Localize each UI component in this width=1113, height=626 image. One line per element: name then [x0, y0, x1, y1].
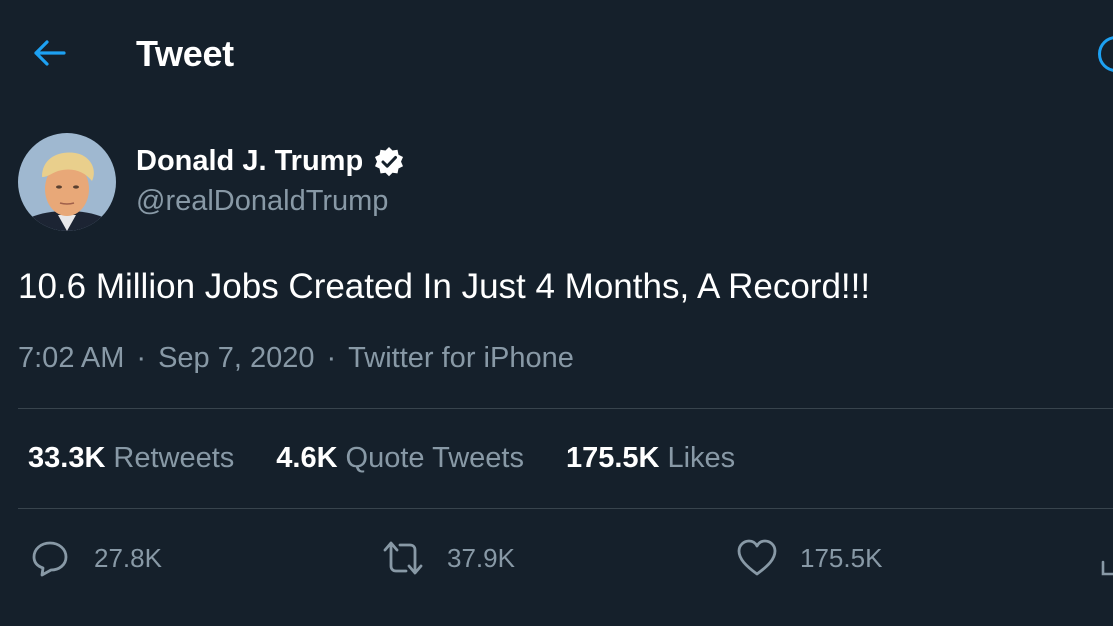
- retweet-count: 37.9K: [447, 542, 515, 573]
- quote-tweets-stat[interactable]: 4.6K Quote Tweets: [276, 442, 524, 475]
- likes-label: Likes: [667, 442, 736, 474]
- retweets-count: 33.3K: [28, 442, 106, 474]
- likes-stat[interactable]: 175.5K Likes: [566, 442, 735, 475]
- retweet-icon: [383, 541, 423, 575]
- tweet-date[interactable]: Sep 7, 2020: [158, 342, 314, 374]
- like-count: 175.5K: [800, 542, 883, 573]
- divider: [18, 408, 1113, 409]
- author-name-row[interactable]: Donald J. Trump: [136, 145, 405, 178]
- retweets-stat[interactable]: 33.3K Retweets: [28, 442, 234, 475]
- reply-count: 27.8K: [94, 542, 162, 573]
- tweet-actions: 27.8K 37.9K 175.5K: [0, 530, 1113, 590]
- tweet-time[interactable]: 7:02 AM: [18, 342, 124, 374]
- quote-tweets-label: Quote Tweets: [345, 442, 524, 474]
- meta-separator: ·: [326, 342, 337, 374]
- retweets-label: Retweets: [113, 442, 235, 474]
- top-bar: Tweet: [0, 0, 1113, 106]
- divider: [18, 508, 1113, 509]
- back-button[interactable]: [26, 30, 72, 76]
- quote-tweets-count: 4.6K: [276, 442, 338, 474]
- tweet-meta: 7:02 AM · Sep 7, 2020 · Twitter for iPhone: [18, 342, 574, 375]
- header-action-icon[interactable]: [1098, 36, 1113, 72]
- heart-icon: [737, 539, 777, 576]
- reply-icon: [32, 541, 68, 577]
- tweet-stats: 33.3K Retweets 4.6K Quote Tweets 175.5K Lik…: [28, 442, 735, 475]
- verified-badge-icon: [375, 146, 404, 176]
- likes-count: 175.5K: [565, 442, 660, 474]
- reply-button[interactable]: 27.8K: [30, 538, 162, 578]
- tweet-source[interactable]: Twitter for iPhone: [348, 342, 574, 374]
- like-button[interactable]: 175.5K: [736, 538, 882, 578]
- share-icon[interactable]: [1100, 558, 1113, 578]
- author-handle[interactable]: @realDonaldTrump: [136, 185, 388, 218]
- page-title: Tweet: [136, 33, 234, 74]
- author-name[interactable]: Donald J. Trump: [136, 145, 363, 178]
- arrow-left-icon: [34, 40, 66, 66]
- tweet-text: 10.6 Million Jobs Created In Just 4 Mont…: [18, 267, 871, 306]
- avatar[interactable]: [18, 133, 116, 231]
- meta-separator: ·: [136, 342, 147, 374]
- retweet-button[interactable]: 37.9K: [381, 538, 515, 578]
